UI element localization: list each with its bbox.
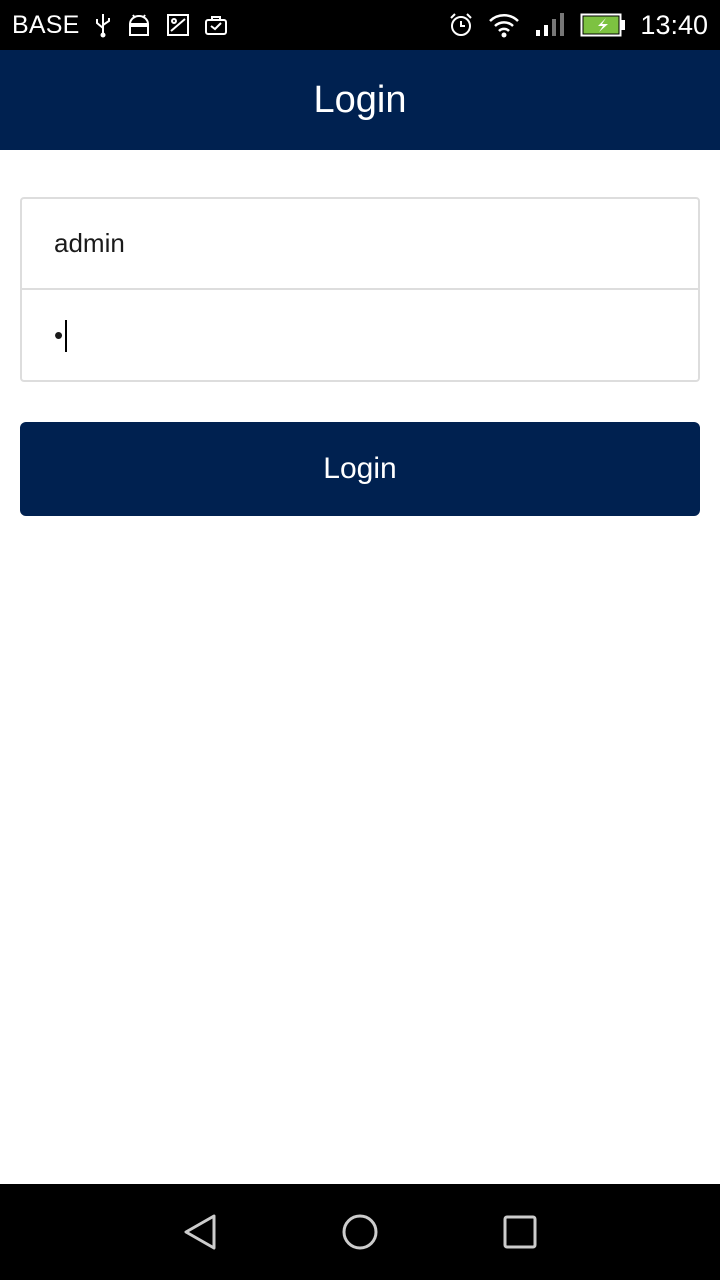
status-left: BASE [12, 11, 228, 40]
login-button[interactable]: Login [20, 422, 700, 516]
usb-icon [94, 12, 112, 38]
username-value: admin [54, 228, 125, 258]
home-icon[interactable] [334, 1206, 386, 1258]
password-value: • [54, 320, 64, 350]
wifi-icon [488, 12, 520, 38]
image-icon [166, 13, 190, 37]
page-title: Login [313, 78, 407, 121]
status-right: 13:40 [448, 10, 708, 41]
login-form: admin • [20, 197, 700, 382]
text-cursor [65, 319, 68, 352]
navigation-bar [0, 1184, 720, 1280]
status-time: 13:40 [640, 9, 708, 40]
signal-icon [534, 12, 566, 38]
back-icon[interactable] [174, 1206, 226, 1258]
carrier-name: BASE [12, 10, 80, 39]
alarm-icon [448, 12, 474, 38]
password-field[interactable]: • [22, 290, 698, 381]
recents-icon[interactable] [494, 1206, 546, 1258]
login-button-label: Login [323, 452, 397, 485]
battery-charging-icon [580, 12, 626, 38]
app-bar: Login [0, 50, 720, 150]
android-icon [126, 13, 152, 37]
status-bar: BASE 13:40 [0, 0, 720, 50]
username-field[interactable]: admin [22, 199, 698, 290]
briefcase-icon [204, 14, 228, 36]
